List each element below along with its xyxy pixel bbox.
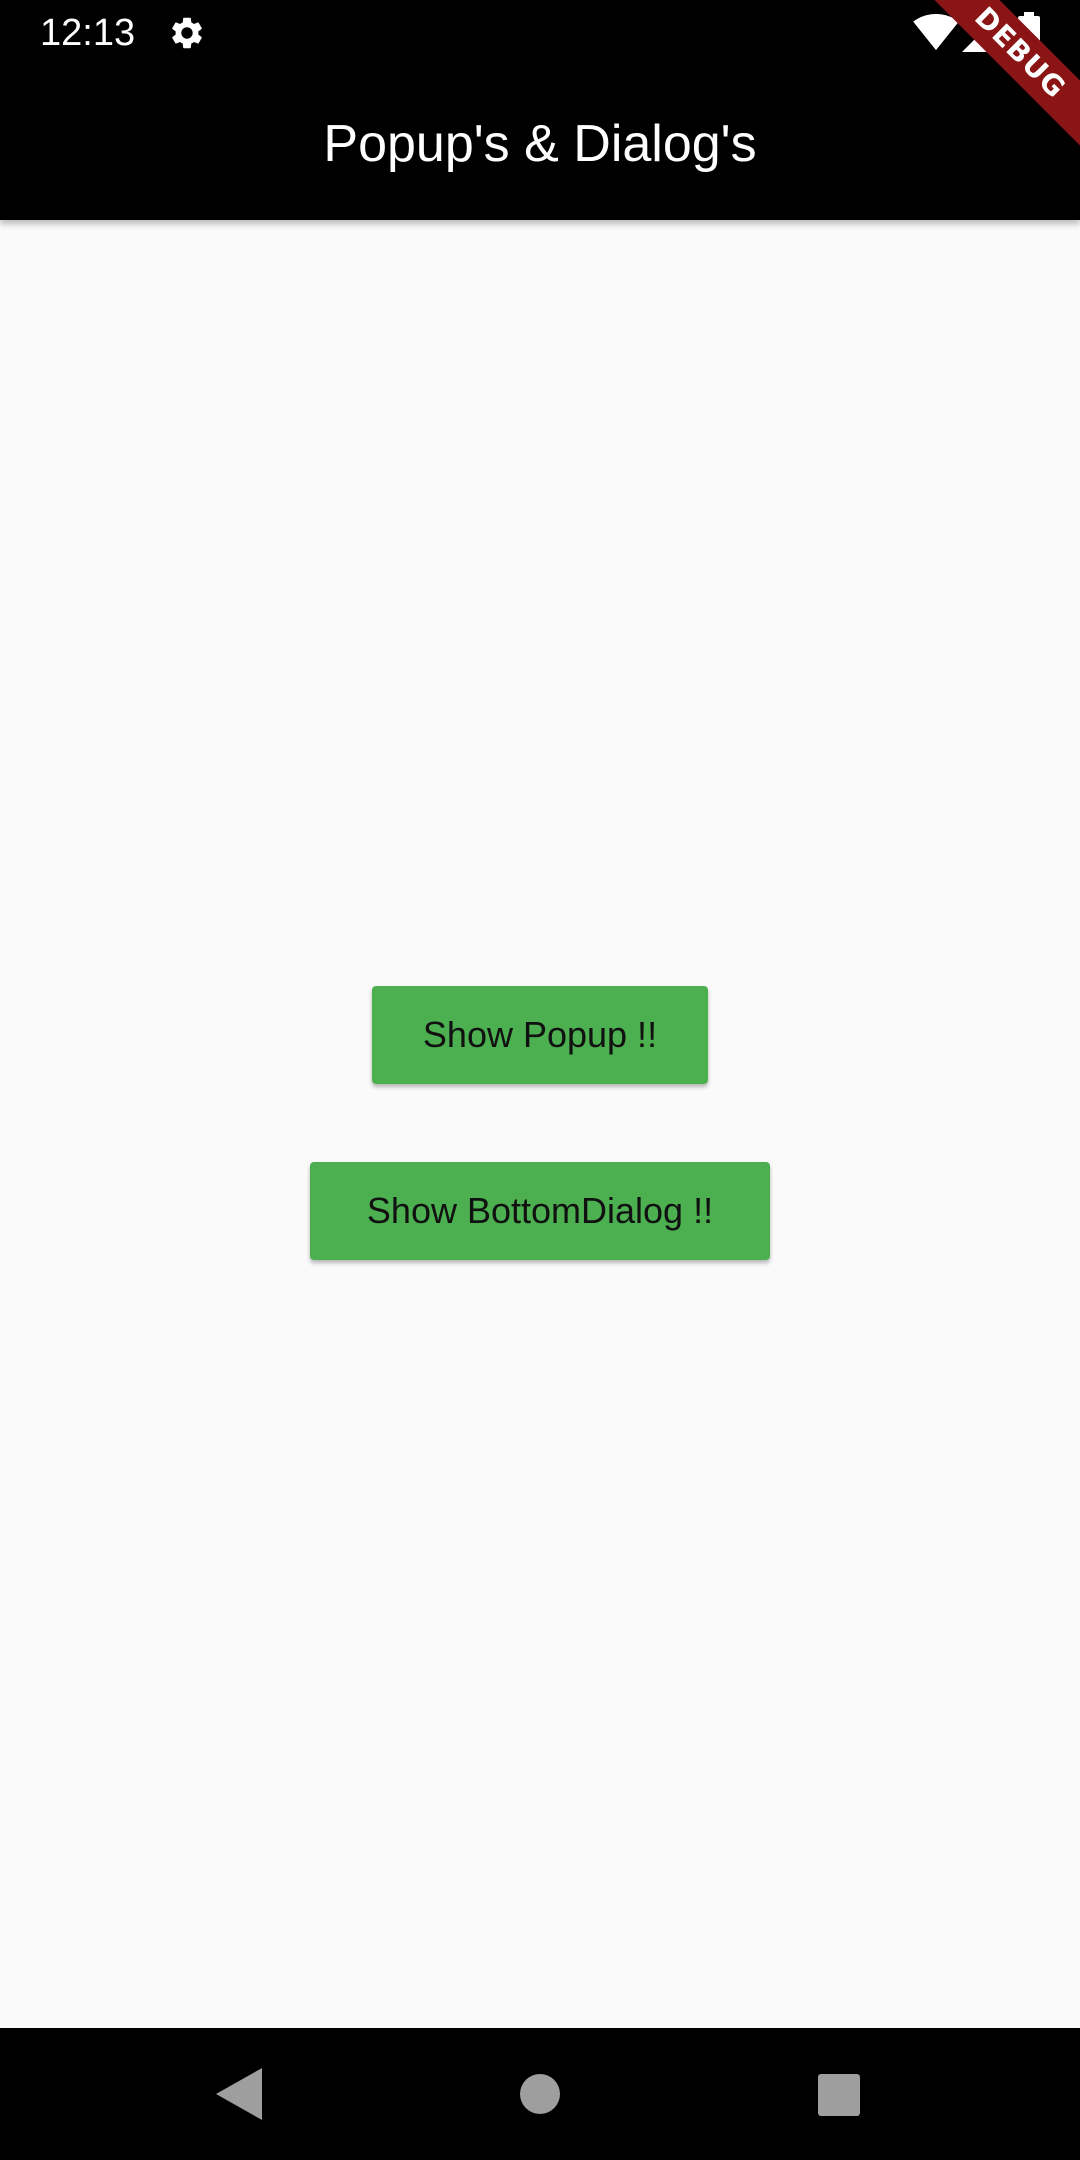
show-bottom-dialog-button[interactable]: Show BottomDialog !!	[310, 1162, 770, 1260]
wifi-icon	[913, 14, 959, 51]
home-icon[interactable]	[520, 2074, 560, 2114]
navigation-bar	[0, 2028, 1080, 2160]
recents-icon[interactable]	[818, 2074, 860, 2116]
signal-icon	[962, 14, 1000, 52]
page-title: Popup's & Dialog's	[323, 115, 757, 173]
status-bar: 12:13	[0, 0, 1080, 66]
app-bar: Popup's & Dialog's	[0, 66, 1080, 220]
battery-icon	[1018, 12, 1040, 52]
status-time: 12:13	[40, 12, 136, 54]
gear-icon	[172, 17, 202, 49]
app-screen: 12:13 Popup's & Dialog's DEBUG Show Popu…	[0, 0, 1080, 2160]
show-popup-button[interactable]: Show Popup !!	[372, 986, 708, 1084]
back-icon[interactable]	[216, 2068, 262, 2120]
